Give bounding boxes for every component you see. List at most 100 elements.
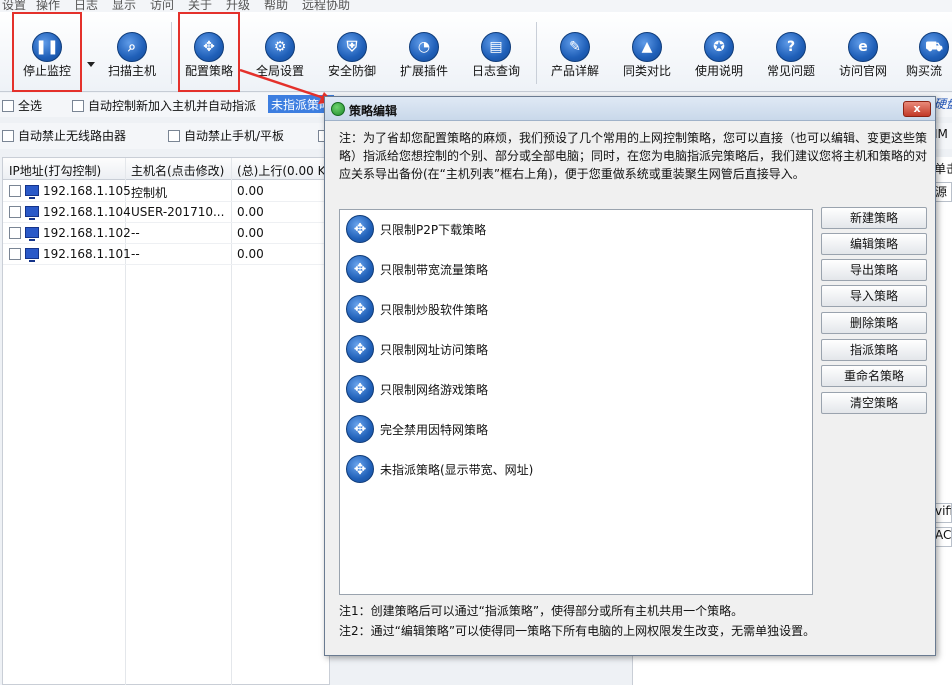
policy-label: 未指派策略(显示带宽、网址) bbox=[380, 462, 534, 477]
policy-label: 只限制炒股软件策略 bbox=[380, 302, 489, 317]
visit-website-button[interactable]: e 访问官网 bbox=[828, 12, 898, 92]
row-ip: 192.168.1.102 bbox=[43, 226, 131, 240]
row-hostname[interactable]: USER-201710... bbox=[131, 205, 229, 219]
pause-icon: ❚❚ bbox=[32, 32, 62, 62]
list-item[interactable]: ✥ 完全禁用因特网策略 bbox=[346, 414, 488, 444]
move-arrows-icon: ✥ bbox=[346, 375, 374, 403]
dialog-note: 注：为了省却您配置策略的麻烦，我们预设了几个常用的上网控制策略，您可以直接（也可… bbox=[339, 131, 928, 181]
right-fragment[interactable]: vifi bbox=[934, 503, 952, 523]
tool-label: 访问官网 bbox=[838, 64, 887, 78]
menu-visit[interactable]: 访问 bbox=[150, 0, 174, 12]
right-fragment: 硬盘 bbox=[934, 97, 952, 111]
menu-display[interactable]: 显示 bbox=[112, 0, 136, 12]
block-wifi-router-checkbox[interactable]: 自动禁止无线路由器 bbox=[2, 127, 126, 144]
menu-operate[interactable]: 操作 bbox=[36, 0, 60, 12]
list-item[interactable]: ✥ 只限制炒股软件策略 bbox=[346, 294, 488, 324]
row-upload: 0.00 bbox=[237, 205, 264, 219]
scan-hosts-button[interactable]: ⌕ 扫描主机 bbox=[97, 12, 167, 92]
row-checkbox[interactable] bbox=[9, 248, 21, 260]
ie-browser-icon: e bbox=[848, 32, 878, 62]
new-policy-button[interactable]: 新建策略 bbox=[821, 207, 927, 229]
right-fragment: 单击 bbox=[934, 162, 952, 176]
block-mobile-checkbox[interactable]: 自动禁止手机/平板 bbox=[168, 127, 284, 144]
list-item[interactable]: ✥ 只限制P2P下载策略 bbox=[346, 214, 486, 244]
right-fragment[interactable]: 源 bbox=[934, 182, 952, 202]
policy-edit-dialog: 策略编辑 x 注：为了省却您配置策略的麻烦，我们预设了几个常用的上网控制策略，您… bbox=[324, 96, 936, 656]
list-item[interactable]: ✥ 只限制网络游戏策略 bbox=[346, 374, 488, 404]
search-icon: ⌕ bbox=[117, 32, 147, 62]
delete-policy-button[interactable]: 删除策略 bbox=[821, 312, 927, 334]
row-checkbox[interactable] bbox=[9, 185, 21, 197]
assign-policy-button[interactable]: 指派策略 bbox=[821, 339, 927, 361]
computer-icon bbox=[25, 206, 39, 220]
table-row[interactable]: 192.168.1.102 -- 0.00 bbox=[3, 223, 331, 244]
shield-icon: ⛨ bbox=[337, 32, 367, 62]
edit-policy-button[interactable]: 编辑策略 bbox=[821, 233, 927, 255]
list-item[interactable]: ✥ 只限制带宽流量策略 bbox=[346, 254, 488, 284]
table-row[interactable]: 192.168.1.101 -- 0.00 bbox=[3, 244, 331, 265]
computer-icon bbox=[25, 248, 39, 262]
faq-button[interactable]: ? 常见问题 bbox=[756, 12, 826, 92]
compare-button[interactable]: ▲ 同类对比 bbox=[612, 12, 682, 92]
row-hostname[interactable]: -- bbox=[131, 226, 229, 240]
computer-icon bbox=[25, 227, 39, 241]
menu-upgrade[interactable]: 升级 bbox=[226, 0, 250, 12]
menu-settings[interactable]: 设置 bbox=[2, 0, 26, 12]
right-fragment[interactable]: AC bbox=[934, 527, 952, 547]
dialog-title-bar[interactable]: 策略编辑 x bbox=[325, 97, 935, 121]
column-ip[interactable]: IP地址(打勾控制) bbox=[9, 162, 124, 179]
menu-about[interactable]: 关于 bbox=[188, 0, 212, 12]
move-arrows-icon: ✥ bbox=[346, 455, 374, 483]
dialog-title: 策略编辑 bbox=[349, 104, 398, 118]
export-policy-button[interactable]: 导出策略 bbox=[821, 259, 927, 281]
row-ip: 192.168.1.104 bbox=[43, 205, 131, 219]
log-query-button[interactable]: ▤ 日志查询 bbox=[461, 12, 531, 92]
right-fragment: IM bbox=[934, 127, 948, 141]
clear-policy-button[interactable]: 清空策略 bbox=[821, 392, 927, 414]
column-hostname[interactable]: 主机名(点击修改) bbox=[131, 162, 229, 179]
auto-control-checkbox[interactable]: 自动控制新加入主机并自动指派 bbox=[72, 97, 256, 114]
user-guide-button[interactable]: ✪ 使用说明 bbox=[684, 12, 754, 92]
rename-policy-button[interactable]: 重命名策略 bbox=[821, 365, 927, 387]
host-table: IP地址(打勾控制) 主机名(点击修改) (总)上行(0.00 KB 192.1… bbox=[2, 157, 331, 685]
footnote-1: 注1：创建策略后可以通过“指派策略”，使得部分或所有主机共用一个策略。 bbox=[339, 604, 744, 618]
row-hostname[interactable]: -- bbox=[131, 247, 229, 261]
red-arrow-icon bbox=[239, 68, 334, 104]
select-all-checkbox[interactable]: 全选 bbox=[2, 97, 42, 114]
stop-monitor-button[interactable]: ❚❚ 停止监控 bbox=[12, 12, 82, 92]
extensions-button[interactable]: ◔ 扩展插件 bbox=[389, 12, 459, 92]
row-ip: 192.168.1.105 bbox=[43, 184, 131, 198]
list-item[interactable]: ✥ 未指派策略(显示带宽、网址) bbox=[346, 454, 533, 484]
medal-icon: ✪ bbox=[704, 32, 734, 62]
column-upload[interactable]: (总)上行(0.00 KB bbox=[237, 162, 329, 179]
import-policy-button[interactable]: 导入策略 bbox=[821, 285, 927, 307]
table-row[interactable]: 192.168.1.104 USER-201710... 0.00 bbox=[3, 202, 331, 223]
close-button[interactable]: x bbox=[903, 101, 931, 117]
list-item[interactable]: ✥ 只限制网址访问策略 bbox=[346, 334, 488, 364]
tool-label: 购买流 bbox=[906, 64, 943, 78]
policy-list[interactable]: ✥ 只限制P2P下载策略 ✥ 只限制带宽流量策略 ✥ 只限制炒股软件策略 ✥ 只… bbox=[339, 209, 813, 595]
configure-policy-button[interactable]: ✥ 配置策略 bbox=[178, 12, 240, 92]
move-arrows-icon: ✥ bbox=[346, 215, 374, 243]
row-upload: 0.00 bbox=[237, 226, 264, 240]
pie-chart-icon: ◔ bbox=[409, 32, 439, 62]
menu-help[interactable]: 帮助 bbox=[264, 0, 288, 12]
policy-label: 只限制P2P下载策略 bbox=[380, 222, 487, 237]
row-checkbox[interactable] bbox=[9, 227, 21, 239]
move-arrows-icon: ✥ bbox=[346, 335, 374, 363]
tool-label: 扫描主机 bbox=[107, 64, 156, 78]
graduation-cap-icon: ▲ bbox=[632, 32, 662, 62]
log-book-icon: ▤ bbox=[481, 32, 511, 62]
row-hostname[interactable]: 控制机 bbox=[131, 184, 229, 201]
product-details-button[interactable]: ✎ 产品详解 bbox=[540, 12, 610, 92]
table-row[interactable]: 192.168.1.105 控制机 0.00 bbox=[3, 181, 331, 202]
cart-icon: ⛟ bbox=[919, 32, 949, 62]
menu-log[interactable]: 日志 bbox=[74, 0, 98, 12]
menu-remote[interactable]: 远程协助 bbox=[302, 0, 350, 12]
footnote-2: 注2：通过“编辑策略”可以使得同一策略下所有电脑的上网权限发生改变，无需单独设置… bbox=[339, 624, 816, 638]
policy-label: 只限制带宽流量策略 bbox=[380, 262, 489, 277]
row-checkbox[interactable] bbox=[9, 206, 21, 218]
buy-button[interactable]: ⛟ 购买流 bbox=[898, 12, 952, 92]
toolbar: ❚❚ 停止监控 ⌕ 扫描主机 ✥ 配置策略 ⚙ 全局设置 ⛨ 安全防御 ◔ 扩展… bbox=[0, 12, 952, 92]
computer-icon bbox=[25, 185, 39, 199]
